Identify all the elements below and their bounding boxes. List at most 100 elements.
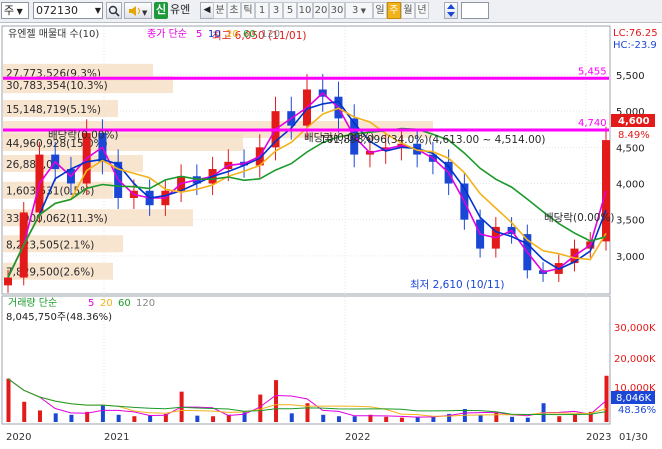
period-button[interactable]: 20 — [313, 2, 329, 19]
x-axis-date: 01/30 — [619, 432, 648, 443]
dividend-label: 배당락(0.00%) — [544, 212, 615, 224]
price-axis-label: 3,500 — [616, 216, 645, 227]
sound-button[interactable]: ▼ — [124, 2, 152, 19]
volume-bar — [69, 414, 74, 422]
price-axis-label: 3,000 — [616, 252, 645, 263]
volume-bar — [195, 415, 200, 422]
horizontal-level-label: 4,740 — [578, 118, 607, 129]
volume-profile-label: 30,783,354(10.3%) — [6, 80, 108, 92]
volume-bar — [211, 416, 216, 422]
period-button-year[interactable]: 년 — [415, 2, 429, 19]
volume-bar — [336, 416, 341, 422]
volume-annotation: 8,045,750주(48.36%) — [6, 312, 112, 323]
price-axis-label: 4,000 — [616, 180, 645, 191]
volume-profile-label: 15,148,719(5.1%) — [6, 104, 101, 116]
ma-period-5: 5 — [196, 29, 202, 40]
stock-name: 유엔 — [170, 3, 191, 16]
minute-select[interactable]: 3 ▼ — [345, 2, 373, 19]
volume-bar — [100, 404, 105, 422]
volume-bar — [53, 413, 58, 422]
period-button-day[interactable]: 일 — [373, 2, 387, 19]
x-axis-2023: 2023 — [586, 432, 611, 443]
volume-bar — [132, 416, 137, 422]
volume-bar — [22, 401, 27, 422]
hc-label: HC:-23.9 — [613, 40, 657, 51]
x-axis-2021: 2021 — [104, 432, 129, 443]
volume-ma-120: 120 — [136, 298, 155, 309]
volume-bar — [494, 412, 499, 422]
price-axis-label: 4,500 — [616, 143, 645, 154]
chevron-down-icon: ▼ — [14, 7, 23, 16]
chevron-down-icon: ▼ — [94, 6, 101, 15]
market-label: 주 — [4, 4, 15, 17]
volume-bar — [399, 417, 404, 422]
ma-period-60: 60 — [243, 29, 256, 40]
updown-arrow-icon — [447, 4, 455, 17]
ma-period-120: 120 — [261, 29, 280, 40]
period-button[interactable]: 분 — [213, 2, 227, 19]
stock-code-input[interactable]: 072130 ▼ — [33, 2, 103, 19]
period-button[interactable]: 틱 — [241, 2, 255, 19]
candle-body — [4, 277, 12, 286]
horizontal-level-label: 5,455 — [578, 66, 607, 77]
volume-bar — [525, 417, 530, 422]
volume-current: 8,046K — [616, 393, 652, 404]
volume-ma-20: 20 — [100, 298, 113, 309]
period-button[interactable]: 30 — [329, 2, 345, 19]
current-price: 4,600 — [618, 116, 650, 127]
chevron-down-icon: ▼ — [358, 7, 366, 15]
low-annotation: 최저 2,610 (10/11) — [410, 279, 505, 291]
header-title: 유엔젤 매물대 수(10) — [8, 28, 99, 40]
period-button[interactable]: 1 — [255, 2, 269, 19]
market-select[interactable]: 주 ▼ — [1, 2, 29, 19]
period-button[interactable]: 3 — [269, 2, 283, 19]
volume-bar — [148, 415, 153, 422]
volume-pct: 48.36% — [618, 405, 656, 416]
volume-axis-20000k: 20,000K — [614, 354, 656, 365]
volume-bar — [6, 378, 11, 422]
ma-period-20: 20 — [226, 29, 239, 40]
volume-profile-label: 7,829,500(2.6%) — [6, 267, 94, 279]
x-axis-2022: 2022 — [345, 432, 370, 443]
lc-label: LC:76.25 — [613, 28, 658, 39]
period-button[interactable]: 5 — [283, 2, 297, 19]
toolbar: 주 ▼ 072130 ▼ ▼ 신 유엔 ◀ 분 초 틱 1 3 5 10 20 3… — [0, 0, 662, 23]
volume-bar — [37, 410, 42, 422]
ma-period-10: 10 — [208, 29, 221, 40]
volume-bar — [478, 414, 483, 422]
period-buttons: 분 초 틱 1 3 5 10 20 30 3 ▼ 일 주 월 년 — [213, 2, 429, 19]
period-button-week[interactable]: 주 — [387, 2, 401, 19]
volume-profile-label: 8,223,505(2.1%) — [6, 239, 94, 251]
period-button[interactable]: 초 — [227, 2, 241, 19]
volume-bar — [384, 416, 389, 422]
price-ma-label: 종가 단순 — [147, 28, 187, 40]
stock-chart[interactable]: 27,773,526(9.3%)30,783,354(10.3%)15,148,… — [0, 22, 662, 446]
price-axis-label: 5,500 — [616, 71, 645, 82]
dividend-label: 배당락(0.00%) — [304, 132, 375, 144]
volume-profile-label: 26,889,0 — [6, 159, 53, 171]
search-button[interactable] — [106, 2, 122, 19]
volume-ma-60: 60 — [118, 298, 131, 309]
dividend-label: 배당락(0.00%) — [48, 130, 119, 142]
extra-input[interactable] — [461, 2, 489, 19]
prev-arrow-button[interactable]: ◀ — [200, 2, 214, 19]
volume-bar — [116, 414, 121, 422]
volume-bar — [510, 416, 515, 422]
volume-bar — [352, 416, 357, 422]
period-button-month[interactable]: 월 — [401, 2, 415, 19]
chart-area: 27,773,526(9.3%) 30,783,354(10.3%) 15,148,… — [0, 22, 662, 446]
credit-badge: 신 — [154, 2, 168, 19]
period-button[interactable]: 10 — [297, 2, 313, 19]
volume-bar — [557, 416, 562, 422]
volume-ma-5: 5 — [88, 298, 94, 309]
current-change: 8.49% — [618, 130, 650, 141]
stock-code-value: 072130 — [36, 4, 78, 17]
volume-axis-30000k: 30,000K — [614, 323, 656, 334]
volume-bar — [321, 414, 326, 422]
updown-button[interactable] — [444, 2, 458, 19]
svg-text:▼: ▼ — [142, 9, 148, 17]
volume-bar — [274, 380, 279, 422]
volume-header: 거래량 단순 — [8, 297, 57, 309]
triangle-left-icon: ◀ — [203, 5, 211, 15]
volume-bar — [573, 414, 578, 422]
